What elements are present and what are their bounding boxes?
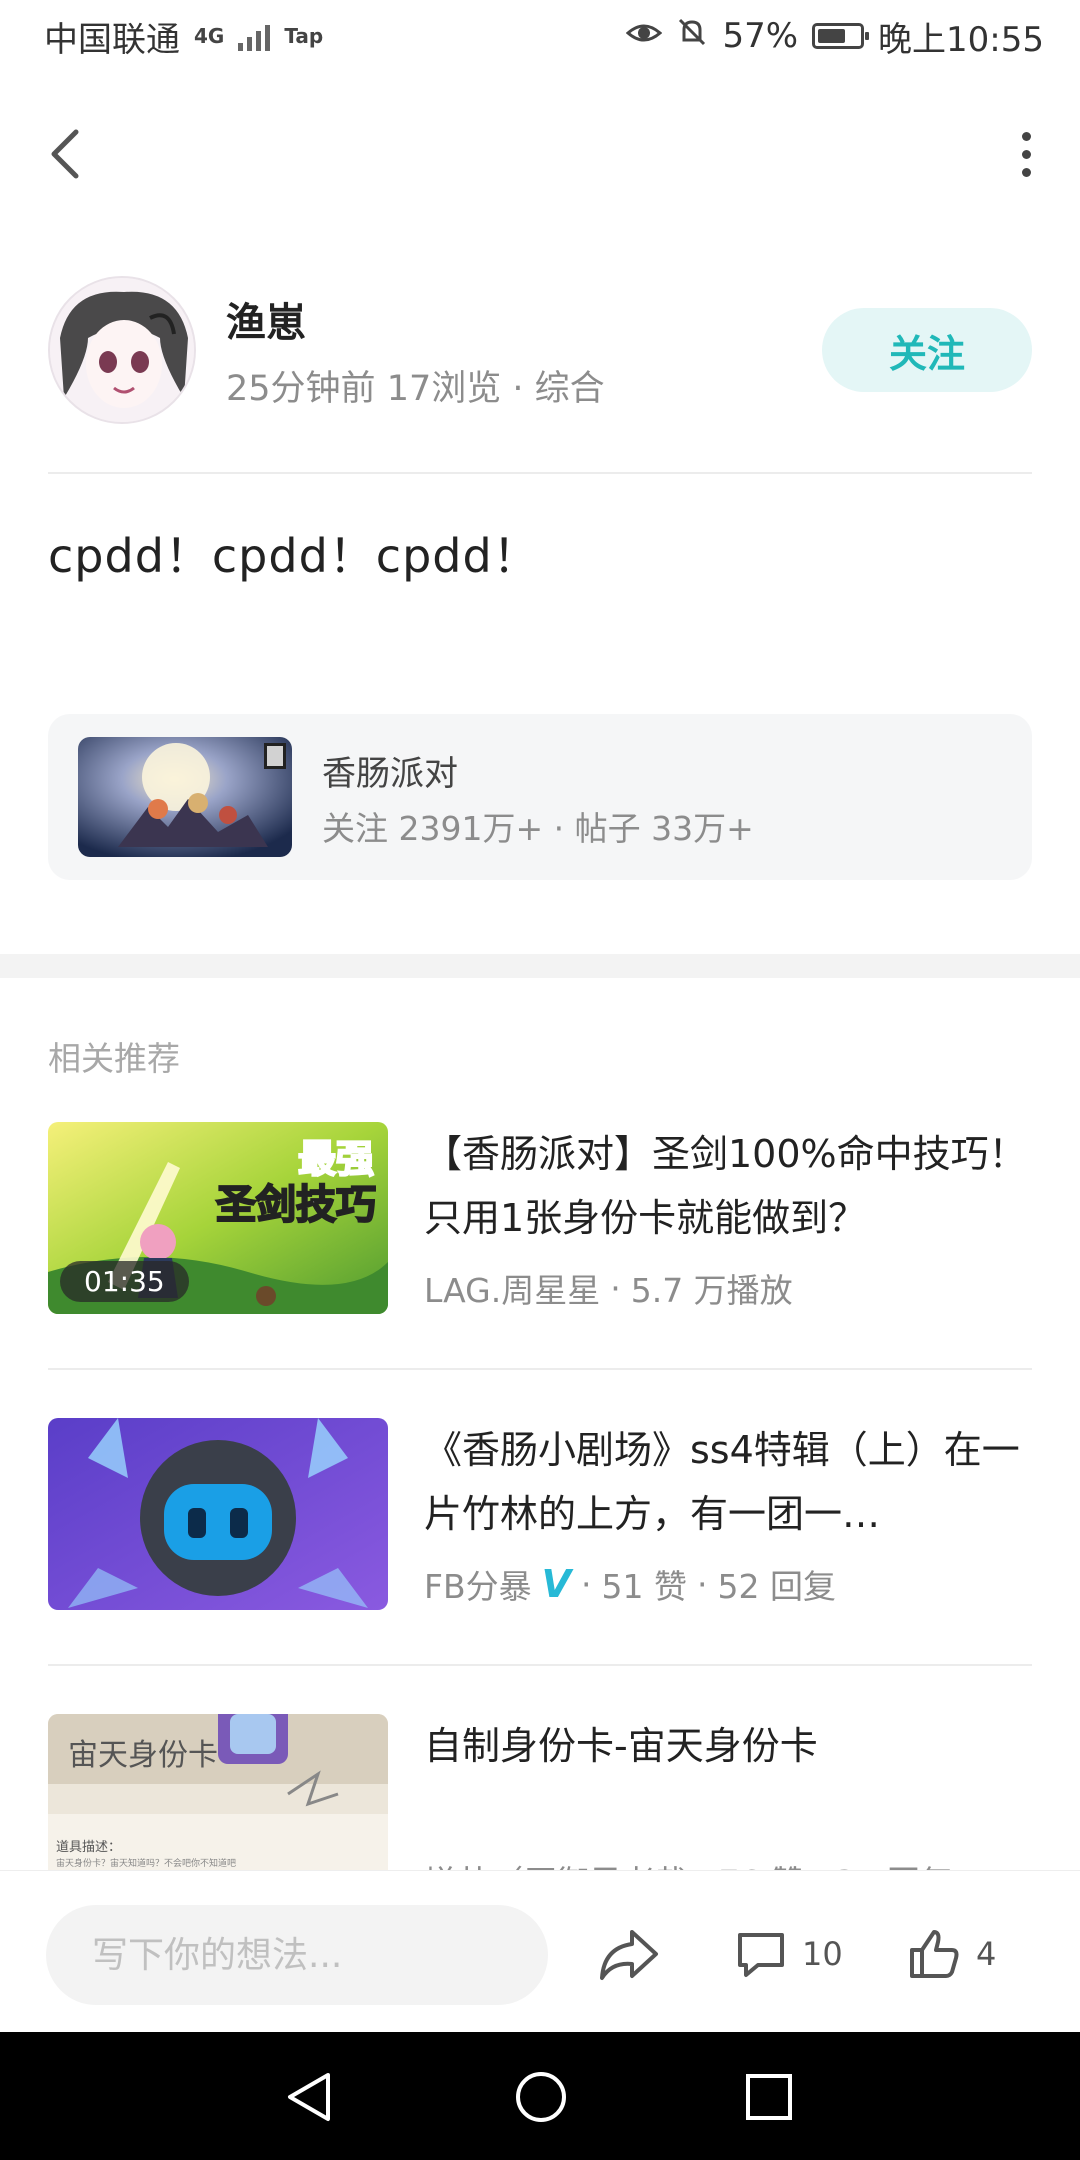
comment-button[interactable]: 10 bbox=[734, 1919, 843, 1989]
rec-author: 增帅（原御风老哉 bbox=[424, 1856, 688, 1870]
rec-title: 自制身份卡-宙天身份卡 bbox=[424, 1724, 818, 1768]
like-icon bbox=[910, 1930, 959, 1978]
nav-home-icon bbox=[516, 2072, 566, 2122]
list-item[interactable]: 最强 圣剑技巧 01:35 【香肠派对】圣剑100%命中技巧！只用1张身份卡就能… bbox=[48, 1122, 1032, 1314]
section-separator bbox=[0, 954, 1080, 978]
nav-home-button[interactable] bbox=[506, 2062, 576, 2132]
game-posts: 帖子 33万+ bbox=[574, 809, 754, 848]
game-name: 香肠派对 bbox=[322, 754, 458, 794]
list-clip: 宙天身份卡 道具描述： 宙天身份卡？宙天知道吗？不会吧你不知道吧 自制身份卡-宙… bbox=[0, 1560, 1080, 1870]
post-meta: 25分钟前 17浏览 · 综合 bbox=[226, 369, 605, 409]
eye-icon bbox=[626, 16, 663, 56]
list-item[interactable]: 宙天身份卡 道具描述： 宙天身份卡？宙天知道吗？不会吧你不知道吧 自制身份卡-宙… bbox=[48, 1714, 1032, 1870]
video-thumbnail: 最强 圣剑技巧 01:35 bbox=[48, 1122, 388, 1314]
follow-button[interactable]: 关注 bbox=[822, 308, 1032, 392]
divider bbox=[48, 472, 1032, 474]
post-category[interactable]: 综合 bbox=[535, 369, 605, 409]
like-count: 4 bbox=[976, 1935, 997, 1973]
post-views: 17浏览 bbox=[386, 369, 502, 409]
battery-icon bbox=[812, 23, 870, 49]
nav-back-button[interactable] bbox=[274, 2062, 344, 2132]
system-navigation-bar bbox=[0, 2032, 1080, 2160]
divider bbox=[48, 1368, 1032, 1370]
status-bar: 中国联通 4G Tap 57% 晚上10:55 bbox=[0, 0, 1080, 72]
rec-meta: LAG.周星星 · 5.7 万播放 bbox=[424, 1264, 793, 1312]
author-row: 渔崽 25分钟前 17浏览 · 综合 关注 bbox=[48, 276, 1032, 426]
nav-recents-button[interactable] bbox=[734, 2062, 804, 2132]
comment-count: 10 bbox=[802, 1935, 843, 1973]
rec-title: 【香肠派对】圣剑100%命中技巧！只用1张身份卡就能做到？ bbox=[424, 1132, 1027, 1240]
share-icon bbox=[600, 1930, 658, 1980]
nav-bar bbox=[0, 100, 1080, 210]
rec-title: 《香肠小剧场》ss4特辑（上）在一片竹林的上方，有一团一… bbox=[424, 1428, 1020, 1536]
game-card[interactable]: 香肠派对 关注 2391万+ · 帖子 33万+ bbox=[48, 714, 1032, 880]
rec-author: LAG.周星星 bbox=[424, 1271, 601, 1310]
thumb-caption: 宙天身份卡？宙天知道吗？不会吧你不知道吧 bbox=[56, 1859, 237, 1869]
rec-stat: 76 赞 bbox=[719, 1856, 804, 1870]
game-followers: 关注 2391万+ bbox=[322, 809, 544, 848]
back-arrow-icon bbox=[51, 129, 79, 179]
post-thumbnail: 宙天身份卡 道具描述： 宙天身份卡？宙天知道吗？不会吧你不知道吧 bbox=[48, 1714, 388, 1870]
game-stats: 关注 2391万+ · 帖子 33万+ bbox=[322, 809, 754, 848]
rec-stat: 5.7 万播放 bbox=[630, 1271, 793, 1310]
back-button[interactable] bbox=[40, 124, 100, 184]
more-vertical-icon bbox=[1021, 131, 1031, 141]
author-name[interactable]: 渔崽 bbox=[226, 290, 306, 348]
comment-input[interactable] bbox=[46, 1905, 548, 2005]
rec-meta: 增帅（原御风老哉 · 76 赞 · 34 回复 bbox=[424, 1856, 953, 1871]
avatar[interactable] bbox=[48, 276, 196, 424]
game-thumbnail bbox=[78, 737, 292, 857]
more-options-button[interactable] bbox=[998, 124, 1054, 184]
post-content: cpdd！cpdd！cpdd！ bbox=[48, 529, 540, 583]
thumb-caption: 宙天身份卡 bbox=[68, 1738, 218, 1773]
nav-recents-icon bbox=[746, 2074, 792, 2120]
nav-back-icon bbox=[288, 2073, 330, 2121]
like-button[interactable]: 4 bbox=[906, 1919, 996, 1989]
thumb-caption: 道具描述： bbox=[56, 1840, 122, 1855]
clock: 晚上10:55 bbox=[878, 19, 1044, 60]
video-duration: 01:35 bbox=[60, 1261, 189, 1302]
signal-icon bbox=[238, 21, 271, 51]
battery-percent: 57% bbox=[722, 16, 799, 56]
app-indicator: Tap bbox=[284, 24, 324, 48]
mute-bell-icon bbox=[676, 16, 708, 57]
recommendations-title: 相关推荐 bbox=[48, 1039, 180, 1078]
carrier-label: 中国联通 bbox=[44, 19, 180, 60]
rec-stat: 34 回复 bbox=[834, 1856, 952, 1870]
comment-icon bbox=[738, 1933, 784, 1977]
share-button[interactable] bbox=[598, 1919, 660, 1989]
network-type: 4G bbox=[194, 24, 225, 48]
post-time: 25分钟前 bbox=[226, 369, 376, 409]
bottom-action-bar: 10 4 bbox=[0, 1870, 1080, 2032]
thumb-caption: 圣剑技巧 bbox=[215, 1181, 377, 1229]
